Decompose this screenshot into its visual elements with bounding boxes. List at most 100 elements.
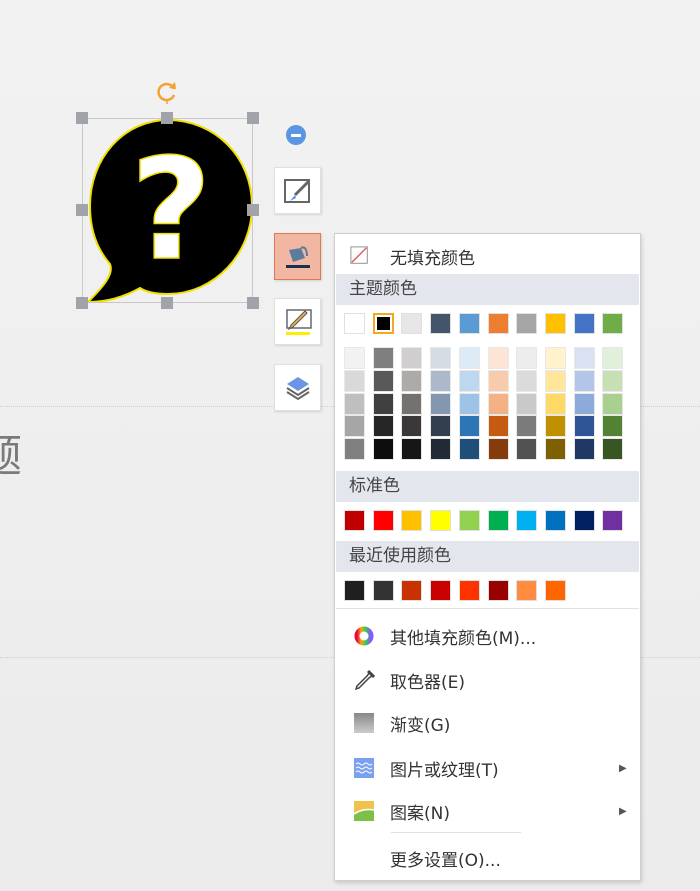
standard-color-swatch[interactable]: [372, 510, 394, 531]
theme-shade-swatch[interactable]: [544, 347, 566, 369]
theme-shade-swatch[interactable]: [344, 392, 365, 415]
theme-shade-swatch[interactable]: [372, 392, 394, 415]
theme-shade-swatch[interactable]: [401, 438, 423, 461]
theme-shade-swatch[interactable]: [458, 415, 480, 438]
theme-shade-swatch[interactable]: [430, 347, 452, 369]
menu-item-texture[interactable]: 图片或纹理(T) ▶: [335, 756, 640, 781]
theme-shade-swatch[interactable]: [602, 438, 624, 461]
theme-shade-swatch[interactable]: [458, 438, 480, 461]
theme-shade-swatch[interactable]: [344, 438, 365, 461]
theme-shade-swatch[interactable]: [544, 415, 566, 438]
theme-shade-swatch[interactable]: [487, 438, 509, 461]
standard-color-swatch[interactable]: [401, 510, 423, 531]
theme-shade-swatch[interactable]: [430, 392, 452, 415]
menu-item-color-wheel[interactable]: 其他填充颜色(M)...: [335, 624, 640, 649]
resize-handle-n[interactable]: [161, 112, 173, 124]
theme-shade-swatch[interactable]: [544, 438, 566, 461]
theme-shade-swatch[interactable]: [573, 369, 595, 392]
theme-color-swatch[interactable]: [344, 313, 365, 334]
theme-shade-swatch[interactable]: [516, 347, 538, 369]
standard-color-swatch[interactable]: [344, 510, 365, 531]
theme-shade-swatch[interactable]: [487, 415, 509, 438]
resize-handle-s[interactable]: [161, 297, 173, 309]
theme-shade-swatch[interactable]: [573, 347, 595, 369]
menu-item-pattern[interactable]: 图案(N) ▶: [335, 799, 640, 824]
theme-shade-swatch[interactable]: [344, 415, 365, 438]
resize-handle-ne[interactable]: [247, 112, 259, 124]
resize-handle-se[interactable]: [247, 297, 259, 309]
theme-shade-swatch[interactable]: [401, 369, 423, 392]
theme-shade-swatch[interactable]: [401, 392, 423, 415]
theme-shade-swatch[interactable]: [344, 347, 365, 369]
theme-shade-swatch[interactable]: [430, 369, 452, 392]
theme-color-swatch[interactable]: [458, 313, 480, 334]
theme-shade-swatch[interactable]: [401, 347, 423, 369]
recent-color-swatch[interactable]: [430, 580, 452, 601]
theme-shade-swatch[interactable]: [430, 415, 452, 438]
theme-color-swatch[interactable]: [573, 313, 595, 334]
fill-button[interactable]: [274, 233, 321, 280]
theme-shade-swatch[interactable]: [602, 369, 624, 392]
theme-shade-swatch[interactable]: [372, 347, 394, 369]
theme-shade-swatch[interactable]: [573, 438, 595, 461]
recent-color-swatch[interactable]: [401, 580, 423, 601]
standard-color-swatch[interactable]: [487, 510, 509, 531]
recent-color-swatch[interactable]: [344, 580, 365, 601]
recent-color-swatch[interactable]: [458, 580, 480, 601]
layers-button[interactable]: [274, 364, 321, 411]
resize-handle-w[interactable]: [76, 204, 88, 216]
recent-color-swatch[interactable]: [544, 580, 566, 601]
standard-color-swatch[interactable]: [458, 510, 480, 531]
standard-color-swatch[interactable]: [430, 510, 452, 531]
recent-color-swatch[interactable]: [487, 580, 509, 601]
theme-shade-swatch[interactable]: [487, 392, 509, 415]
theme-shade-swatch[interactable]: [372, 369, 394, 392]
theme-color-swatch[interactable]: [602, 313, 624, 334]
theme-color-swatch[interactable]: [430, 313, 452, 334]
theme-shade-swatch[interactable]: [344, 369, 365, 392]
standard-color-swatch[interactable]: [602, 510, 624, 531]
theme-shade-swatch[interactable]: [372, 438, 394, 461]
theme-shade-swatch[interactable]: [516, 438, 538, 461]
standard-color-swatch[interactable]: [573, 510, 595, 531]
standard-color-swatch[interactable]: [516, 510, 538, 531]
resize-handle-nw[interactable]: [76, 112, 88, 124]
standard-color-swatch[interactable]: [544, 510, 566, 531]
theme-shade-swatch[interactable]: [516, 392, 538, 415]
recent-color-swatch[interactable]: [372, 580, 394, 601]
theme-shade-swatch[interactable]: [401, 415, 423, 438]
theme-shade-swatch[interactable]: [602, 392, 624, 415]
outline-button[interactable]: [274, 298, 321, 345]
theme-shade-swatch[interactable]: [372, 415, 394, 438]
recent-color-swatch[interactable]: [516, 580, 538, 601]
theme-shade-swatch[interactable]: [487, 347, 509, 369]
theme-color-swatch[interactable]: [516, 313, 538, 334]
menu-item-eyedropper[interactable]: 取色器(E): [335, 668, 640, 693]
theme-shade-swatch[interactable]: [573, 415, 595, 438]
rotate-handle-icon[interactable]: [155, 80, 179, 104]
theme-color-swatch[interactable]: [372, 313, 394, 334]
resize-handle-sw[interactable]: [76, 297, 88, 309]
theme-shade-swatch[interactable]: [544, 392, 566, 415]
theme-shade-swatch[interactable]: [458, 347, 480, 369]
collapse-toolbar-button[interactable]: [286, 125, 306, 145]
theme-shade-swatch[interactable]: [602, 347, 624, 369]
slide-title-text[interactable]: 题: [0, 420, 22, 484]
theme-color-swatch[interactable]: [401, 313, 423, 334]
resize-handle-e[interactable]: [247, 204, 259, 216]
theme-shade-swatch[interactable]: [602, 415, 624, 438]
theme-color-swatch[interactable]: [544, 313, 566, 334]
menu-item-gradient[interactable]: 渐变(G): [335, 711, 640, 736]
theme-shade-swatch[interactable]: [458, 369, 480, 392]
theme-shade-swatch[interactable]: [487, 369, 509, 392]
theme-color-swatch[interactable]: [487, 313, 509, 334]
shape-style-button[interactable]: [274, 167, 321, 214]
theme-shade-swatch[interactable]: [516, 369, 538, 392]
theme-shade-swatch[interactable]: [430, 438, 452, 461]
no-fill-item[interactable]: 无填充颜色: [335, 244, 640, 269]
theme-shade-swatch[interactable]: [516, 415, 538, 438]
more-settings-item[interactable]: 更多设置(O)...: [335, 846, 640, 871]
theme-shade-swatch[interactable]: [544, 369, 566, 392]
theme-shade-swatch[interactable]: [573, 392, 595, 415]
theme-shade-swatch[interactable]: [458, 392, 480, 415]
